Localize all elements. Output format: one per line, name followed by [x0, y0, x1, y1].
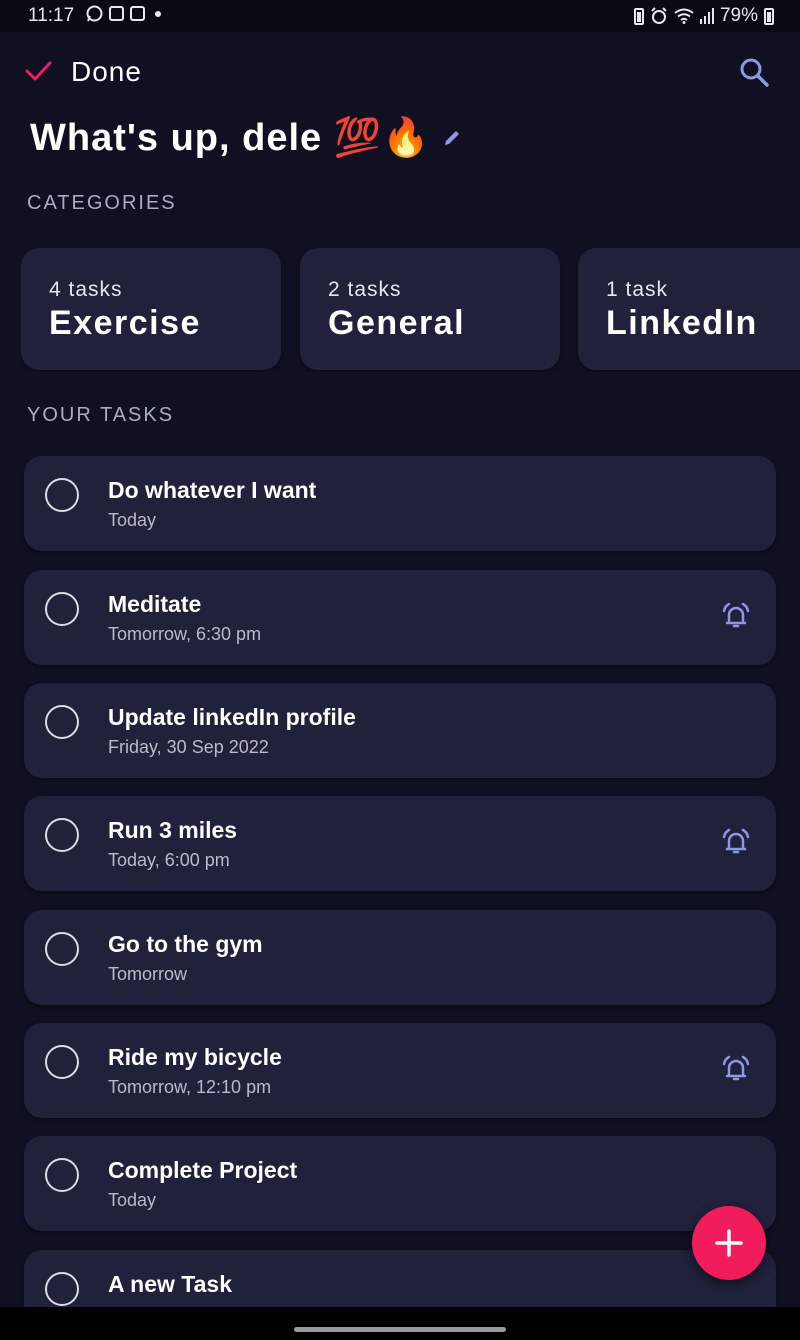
- plus-icon: [715, 1229, 743, 1257]
- alarm-bell-icon: [722, 828, 750, 854]
- category-card-linkedin[interactable]: 1 task LinkedIn: [578, 248, 800, 370]
- task-item[interactable]: Do whatever I want Today: [24, 456, 776, 551]
- home-handle[interactable]: [294, 1327, 506, 1332]
- alarm-bell-icon: [722, 602, 750, 628]
- task-checkbox[interactable]: [45, 1045, 79, 1079]
- task-date: Today: [108, 510, 157, 530]
- categories-heading: CATEGORIES: [27, 192, 177, 214]
- task-item[interactable]: Meditate Tomorrow, 6:30 pm: [24, 570, 776, 665]
- task-title: Update linkedIn profile: [108, 704, 356, 730]
- dot-icon: [155, 10, 161, 17]
- task-item[interactable]: Run 3 miles Today, 6:00 pm: [24, 796, 776, 891]
- task-title: Complete Project: [108, 1157, 298, 1183]
- task-date: Tomorrow: [108, 964, 188, 984]
- done-label[interactable]: Done: [71, 56, 142, 88]
- task-date: Today, 6:00 pm: [108, 850, 230, 870]
- tasks-heading: YOUR TASKS: [27, 404, 175, 426]
- task-date: Friday, 30 Sep 2022: [108, 737, 269, 757]
- battery-icon: [764, 7, 774, 25]
- task-item[interactable]: A new Task: [24, 1250, 776, 1307]
- add-task-button[interactable]: [692, 1206, 766, 1280]
- category-count: 4 tasks: [49, 278, 123, 301]
- task-date: Tomorrow, 12:10 pm: [108, 1077, 272, 1097]
- task-item[interactable]: Complete Project Today: [24, 1136, 776, 1231]
- category-card-general[interactable]: 2 tasks General: [300, 248, 560, 370]
- task-title: A new Task: [108, 1271, 232, 1297]
- task-checkbox[interactable]: [45, 818, 79, 852]
- alarm-icon: [651, 7, 667, 24]
- navigation-bar: [0, 1307, 800, 1340]
- greeting: What's up, dele 💯🔥: [30, 116, 462, 160]
- category-count: 1 task: [606, 278, 669, 301]
- category-count: 2 tasks: [328, 278, 402, 301]
- app-screen: Done What's up, dele 💯🔥 CATEGORIES 4 tas…: [0, 32, 800, 1307]
- task-checkbox[interactable]: [45, 592, 79, 626]
- category-card-exercise[interactable]: 4 tasks Exercise: [21, 248, 281, 370]
- system-icons: 79%: [633, 5, 774, 27]
- task-item[interactable]: Update linkedIn profile Friday, 30 Sep 2…: [24, 683, 776, 778]
- task-date: Tomorrow, 6:30 pm: [108, 624, 262, 644]
- search-icon[interactable]: [738, 56, 770, 88]
- task-checkbox[interactable]: [45, 705, 79, 739]
- battery-percent: 79%: [719, 5, 758, 26]
- alarm-bell-icon: [722, 1055, 750, 1081]
- wifi-icon: [674, 8, 694, 24]
- gallery-icon: [109, 6, 124, 21]
- edit-icon[interactable]: [442, 128, 462, 148]
- category-name: General: [328, 304, 466, 342]
- task-title: Run 3 miles: [108, 817, 238, 843]
- category-name: LinkedIn: [606, 304, 758, 342]
- task-item[interactable]: Go to the gym Tomorrow: [24, 910, 776, 1005]
- add-box-icon: [130, 6, 145, 21]
- task-checkbox[interactable]: [45, 1158, 79, 1192]
- categories-list[interactable]: 4 tasks Exercise 2 tasks General 1 task …: [21, 248, 800, 372]
- status-time: 11:17: [28, 5, 75, 26]
- check-icon[interactable]: [24, 56, 52, 84]
- task-checkbox[interactable]: [45, 478, 79, 512]
- signal-icon: [699, 8, 714, 24]
- whatsapp-icon: [86, 5, 103, 22]
- battery-saver-icon: [633, 7, 644, 25]
- greeting-text: What's up, dele 💯🔥: [30, 117, 431, 159]
- task-checkbox[interactable]: [45, 1272, 79, 1306]
- task-date: Today: [108, 1190, 157, 1210]
- task-item[interactable]: Ride my bicycle Tomorrow, 12:10 pm: [24, 1023, 776, 1118]
- task-title: Go to the gym: [108, 931, 263, 957]
- notification-icons: [86, 5, 161, 22]
- status-bar: 11:17 79%: [0, 0, 800, 32]
- app-bar: Done: [0, 32, 800, 112]
- task-checkbox[interactable]: [45, 932, 79, 966]
- task-title: Meditate: [108, 591, 202, 617]
- task-title: Ride my bicycle: [108, 1044, 282, 1070]
- task-title: Do whatever I want: [108, 477, 317, 503]
- category-name: Exercise: [49, 304, 201, 342]
